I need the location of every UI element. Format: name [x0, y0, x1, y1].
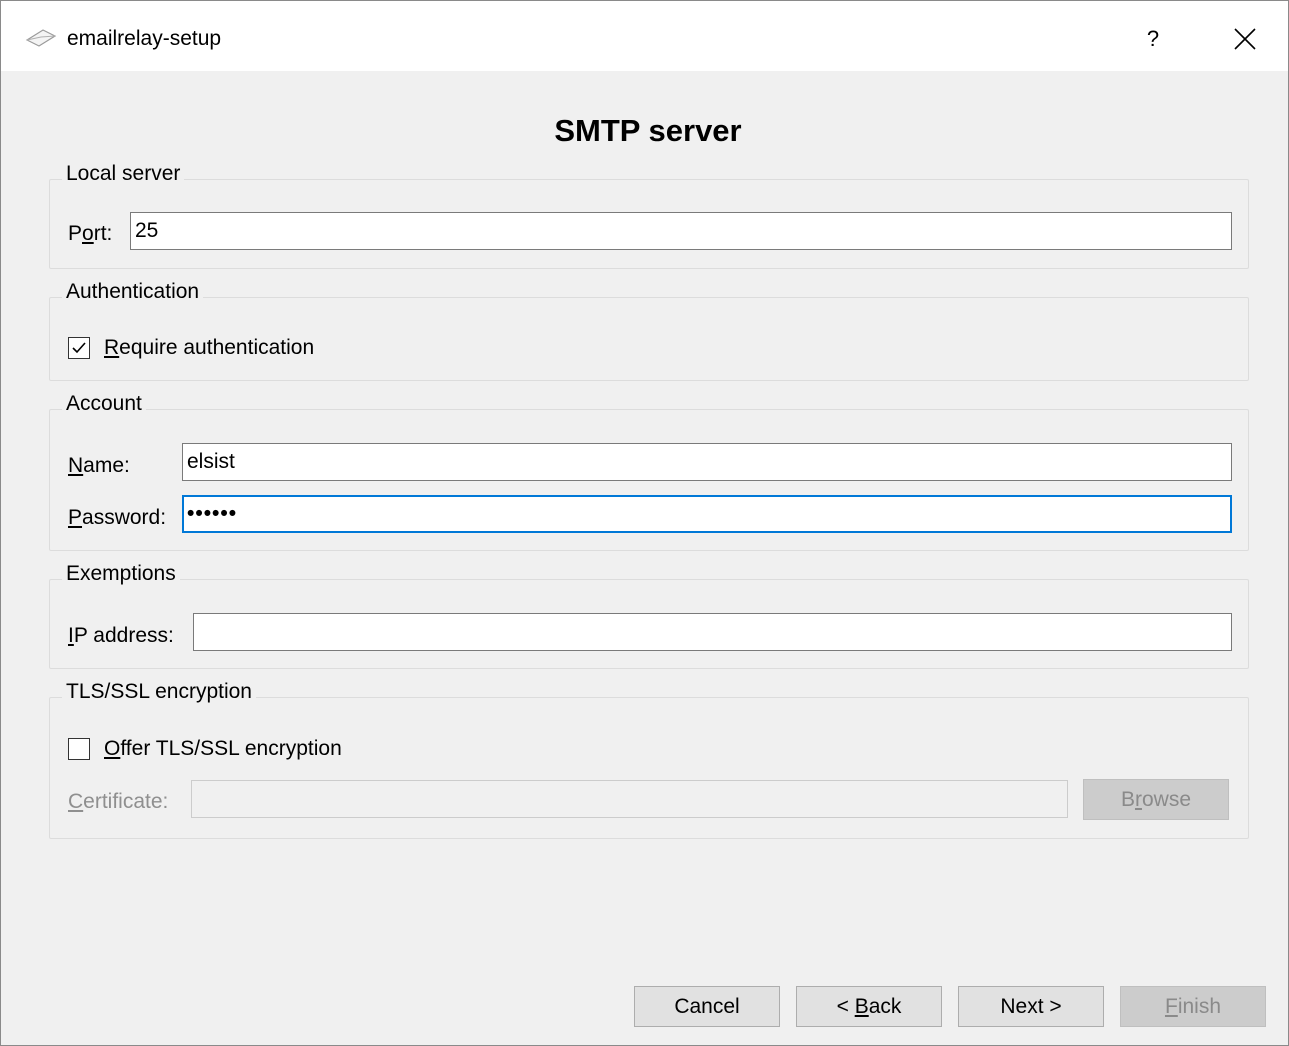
tls-group: TLS/SSL encryption Offer TLS/SSL encrypt… [49, 680, 1249, 839]
local-server-group: Local server Port: 25 [49, 162, 1249, 269]
tls-legend: TLS/SSL encryption [62, 680, 256, 704]
close-icon [1234, 28, 1256, 50]
checkmark-icon [72, 342, 86, 354]
exemptions-legend: Exemptions [62, 562, 180, 586]
local-server-legend: Local server [62, 162, 185, 186]
ip-address-label: IP address: [68, 624, 174, 647]
password-input[interactable]: •••••• [182, 495, 1232, 533]
help-button[interactable]: ? [1131, 19, 1175, 59]
authentication-legend: Authentication [62, 280, 204, 304]
dialog-window: emailrelay-setup ? SMTP server Local ser… [0, 0, 1289, 1046]
browse-button[interactable]: Browse [1083, 779, 1229, 820]
cancel-button[interactable]: Cancel [634, 986, 780, 1027]
authentication-group: Authentication Require authentication [49, 280, 1249, 381]
account-legend: Account [62, 392, 146, 416]
envelope-icon [25, 28, 57, 48]
name-input[interactable]: elsist [182, 443, 1232, 481]
name-label: Name: [68, 454, 130, 477]
page-title: SMTP server [554, 113, 742, 148]
next-button[interactable]: Next > [958, 986, 1104, 1027]
password-label: Password: [68, 506, 167, 529]
certificate-input[interactable] [191, 780, 1068, 818]
finish-button[interactable]: Finish [1120, 986, 1266, 1027]
window-title: emailrelay-setup [67, 27, 222, 50]
require-authentication-label[interactable]: Require authentication [104, 336, 314, 360]
offer-tls-label[interactable]: Offer TLS/SSL encryption [104, 737, 342, 761]
port-label: Port: [68, 222, 113, 245]
port-input[interactable]: 25 [130, 212, 1232, 250]
certificate-label: Certificate: [68, 790, 169, 813]
require-authentication-checkbox[interactable] [68, 337, 90, 359]
ip-address-input[interactable] [193, 613, 1232, 651]
title-bar: emailrelay-setup ? [1, 1, 1288, 71]
offer-tls-checkbox[interactable] [68, 738, 90, 760]
account-group: Account Name: elsist Password: •••••• [49, 392, 1249, 551]
close-button[interactable] [1223, 19, 1267, 59]
exemptions-group: Exemptions IP address: [49, 562, 1249, 669]
back-button[interactable]: < Back [796, 986, 942, 1027]
